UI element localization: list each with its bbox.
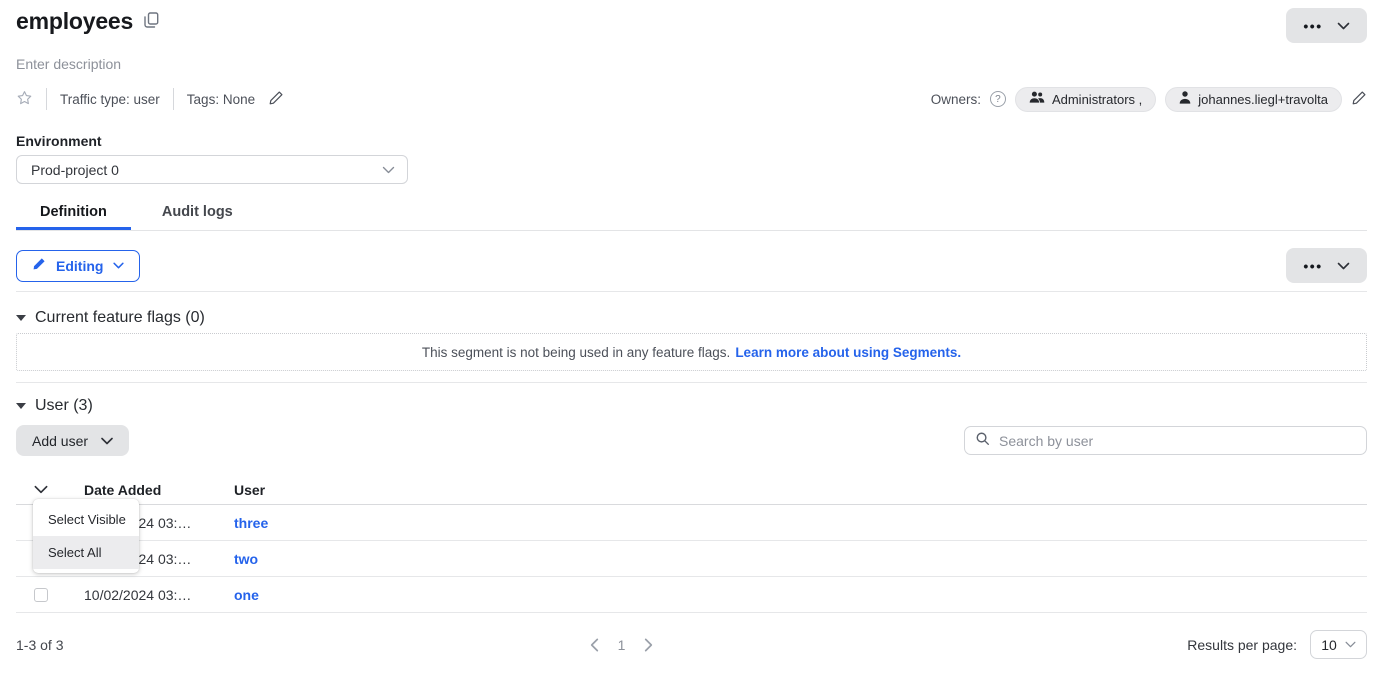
editing-mode-button[interactable]: Editing (16, 250, 140, 282)
meta-row: Traffic type: user Tags: None Owners: ? (16, 87, 1367, 111)
table-footer: 1-3 of 3 1 Results per page: 10 (16, 630, 1367, 659)
title-group: employees (16, 8, 159, 35)
meta-left: Traffic type: user Tags: None (16, 88, 284, 110)
column-header-date-added[interactable]: Date Added (84, 482, 234, 498)
environment-label: Environment (16, 133, 1367, 149)
results-per-page-group: Results per page: 10 (723, 630, 1367, 659)
user-link[interactable]: two (234, 551, 258, 567)
menu-item-select-all[interactable]: Select All (33, 536, 139, 569)
copy-key-button[interactable] (144, 12, 159, 31)
empty-state-message: This segment is not being used in any fe… (422, 345, 730, 360)
header-overflow-menu-button[interactable]: ••• (1286, 8, 1367, 43)
add-user-label: Add user (32, 433, 88, 449)
edit-tags-button[interactable] (268, 90, 284, 109)
user-search-box (964, 426, 1367, 455)
group-icon (1029, 91, 1045, 107)
column-header-user[interactable]: User (234, 482, 265, 498)
current-page-number[interactable]: 1 (618, 637, 626, 653)
page-title: employees (16, 8, 133, 35)
owners-group: Owners: ? Administrators , (931, 87, 1367, 112)
tab-audit-logs[interactable]: Audit logs (138, 204, 257, 230)
previous-page-chevron-icon[interactable] (590, 638, 599, 652)
section-divider (16, 382, 1367, 383)
person-icon (1179, 91, 1191, 107)
owner-badge-label: johannes.liegl+travolta (1198, 92, 1328, 107)
feature-flags-heading: Current feature flags (0) (16, 309, 1367, 327)
user-toolbar: Add user (16, 425, 1367, 456)
copy-icon (144, 12, 159, 31)
vertical-divider (173, 88, 174, 110)
next-page-chevron-icon[interactable] (644, 638, 653, 652)
description-placeholder[interactable]: Enter description (16, 56, 1367, 72)
tab-definition[interactable]: Definition (16, 204, 131, 230)
learn-more-link[interactable]: Learn more about using Segments. (735, 345, 961, 360)
chevron-down-icon (101, 437, 113, 445)
segment-detail-page: employees ••• Enter description (0, 0, 1382, 659)
user-heading-label: User (3) (35, 397, 93, 415)
user-section-heading: User (3) (16, 397, 1367, 415)
owners-label: Owners: (931, 92, 981, 107)
tags-label: Tags: None (187, 92, 255, 107)
table-row: 10/02/2024 03:… one (16, 577, 1367, 613)
row-checkbox-cell (16, 588, 84, 602)
menu-item-select-visible[interactable]: Select Visible (33, 503, 139, 536)
select-all-cell (16, 485, 84, 494)
section-divider (16, 291, 1367, 292)
edit-owners-button[interactable] (1351, 90, 1367, 109)
traffic-type-label: Traffic type: user (60, 92, 160, 107)
search-input[interactable] (997, 432, 1356, 450)
favorite-star-button[interactable] (16, 90, 33, 109)
pencil-icon (268, 90, 284, 109)
owner-badge-administrators[interactable]: Administrators , (1015, 87, 1156, 112)
feature-flags-heading-label: Current feature flags (0) (35, 309, 205, 327)
owner-badge-user[interactable]: johannes.liegl+travolta (1165, 87, 1342, 112)
search-icon (975, 431, 990, 451)
definition-overflow-menu-button[interactable]: ••• (1286, 248, 1367, 283)
feature-flags-empty-state: This segment is not being used in any fe… (16, 333, 1367, 371)
user-link[interactable]: one (234, 587, 259, 603)
user-table: Date Added User 10/02/2024 03:… three 10… (16, 475, 1367, 613)
vertical-divider (46, 88, 47, 110)
owner-badge-label: Administrators , (1052, 92, 1142, 107)
pencil-icon (32, 257, 46, 274)
select-menu-trigger-chevron-icon[interactable] (34, 485, 48, 494)
page-header: employees ••• (16, 8, 1367, 43)
table-header-row: Date Added User (16, 475, 1367, 505)
results-range-label: 1-3 of 3 (16, 637, 660, 653)
results-per-page-value: 10 (1321, 637, 1337, 653)
chevron-down-icon (1345, 641, 1356, 648)
star-icon (16, 90, 33, 109)
user-link[interactable]: three (234, 515, 268, 531)
ellipsis-icon: ••• (1303, 259, 1322, 273)
collapse-caret-icon[interactable] (16, 403, 26, 409)
help-icon[interactable]: ? (990, 91, 1006, 107)
environment-select[interactable]: Prod-project 0 (16, 155, 408, 184)
pencil-icon (1351, 90, 1367, 109)
pager: 1 (590, 637, 654, 653)
editing-toolbar: Editing ••• (16, 248, 1367, 283)
tab-bar: Definition Audit logs (16, 204, 1367, 231)
select-dropdown-menu: Select Visible Select All (33, 499, 139, 573)
row-checkbox[interactable] (34, 588, 48, 602)
editing-label: Editing (56, 258, 103, 274)
ellipsis-icon: ••• (1303, 19, 1322, 33)
table-row: 10/02/2024 03:… two (16, 541, 1367, 577)
chevron-down-icon (382, 166, 395, 174)
environment-selected-value: Prod-project 0 (31, 162, 119, 178)
results-per-page-label: Results per page: (1187, 637, 1297, 653)
chevron-down-icon (113, 262, 124, 269)
chevron-down-icon (1337, 262, 1350, 270)
table-row: 10/02/2024 03:… three (16, 505, 1367, 541)
results-per-page-select[interactable]: 10 (1310, 630, 1367, 659)
date-added-cell: 10/02/2024 03:… (84, 587, 234, 603)
collapse-caret-icon[interactable] (16, 315, 26, 321)
chevron-down-icon (1337, 22, 1350, 30)
add-user-button[interactable]: Add user (16, 425, 129, 456)
